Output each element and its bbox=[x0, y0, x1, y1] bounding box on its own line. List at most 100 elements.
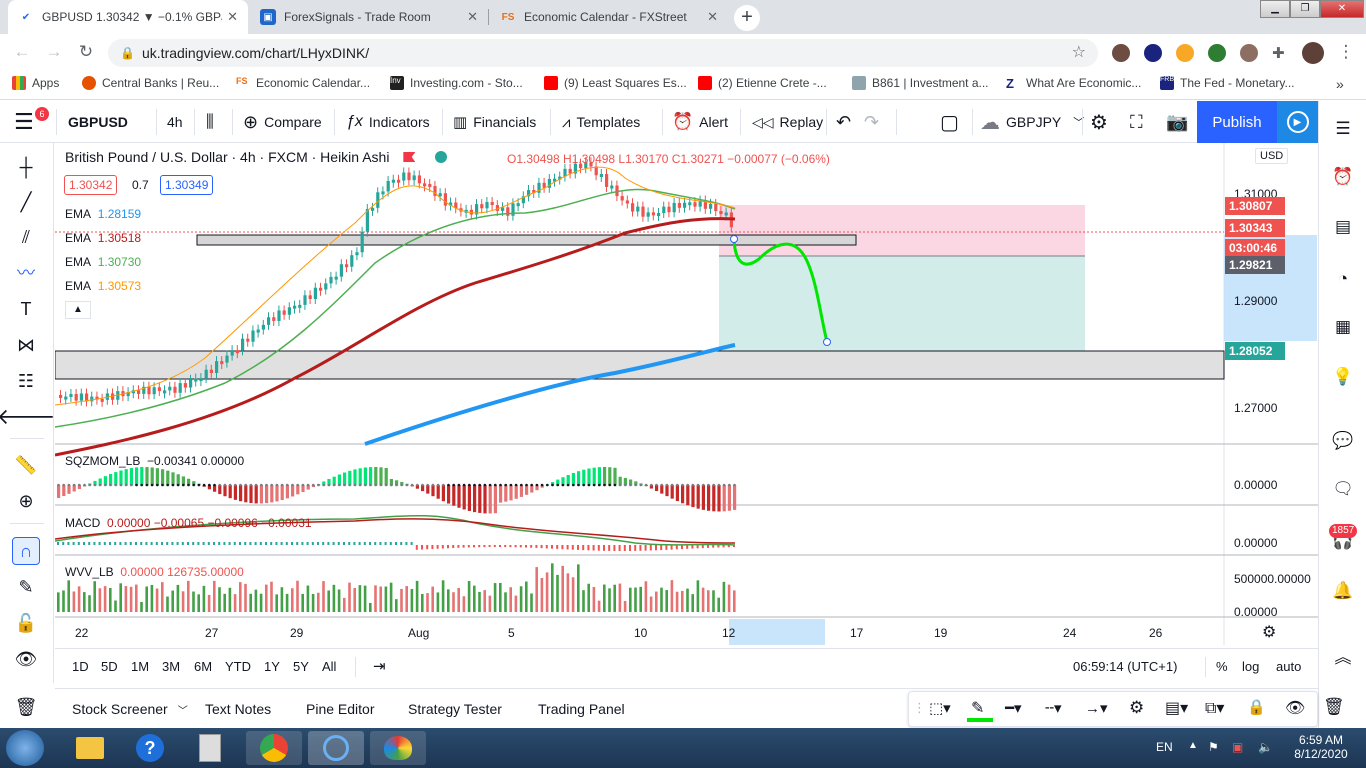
range-1m[interactable]: 1M bbox=[131, 659, 149, 674]
extension-cookie-icon[interactable] bbox=[1240, 44, 1258, 62]
hamburger-menu-icon[interactable]: ☰ bbox=[14, 101, 34, 143]
utc-clock[interactable]: 06:59:14 (UTC+1) bbox=[1073, 659, 1177, 674]
ruler-icon[interactable]: 📏 bbox=[12, 451, 40, 479]
bookmark-apps[interactable]: Apps bbox=[12, 76, 59, 90]
calendar-icon[interactable]: ▦ bbox=[1329, 313, 1357, 341]
chart-style-candles-icon[interactable]: ⫼ bbox=[206, 101, 214, 143]
symbol-search[interactable]: GBPUSD bbox=[68, 101, 128, 143]
line-end-icon[interactable]: →▾ bbox=[1085, 699, 1108, 717]
camera-icon[interactable]: 📷 bbox=[1166, 101, 1188, 143]
clone-icon[interactable]: ⧉▾ bbox=[1205, 698, 1224, 718]
replay-button[interactable]: ◁◁ Replay bbox=[752, 101, 823, 143]
tab-forexsignals[interactable]: ▣ ForexSignals - Trade Room ✕ bbox=[250, 0, 488, 34]
auto-scale-toggle[interactable]: auto bbox=[1276, 659, 1301, 674]
lock-icon[interactable]: 🔓 bbox=[12, 609, 40, 637]
collapse-chevron-icon[interactable]: ︽ bbox=[1329, 641, 1357, 669]
language-indicator[interactable]: EN bbox=[1156, 740, 1173, 754]
prediction-icon[interactable]: ☷ bbox=[12, 367, 40, 395]
magnet-icon[interactable]: ∩ bbox=[12, 537, 40, 565]
bookmark-least-squares[interactable]: (9) Least Squares Es... bbox=[544, 76, 687, 90]
watchlist-icon[interactable]: ☰ bbox=[1329, 115, 1357, 143]
ema-legend-3[interactable]: EMA 1.30730 bbox=[65, 255, 141, 269]
taskbar-clock[interactable]: 6:59 AM 8/12/2020 bbox=[1293, 733, 1349, 761]
projection-end-handle[interactable] bbox=[823, 338, 831, 346]
support-zone-box[interactable] bbox=[55, 350, 1225, 380]
macd-legend[interactable]: MACD 0.00000 −0.00065 −0.00096 −0.00031 bbox=[65, 516, 312, 530]
alerts-clock-icon[interactable]: ⏰ bbox=[1329, 163, 1357, 191]
minimize-button[interactable]: ▁ bbox=[1260, 0, 1290, 18]
eye-icon[interactable]: 👁 bbox=[12, 645, 40, 673]
undo-icon[interactable]: ↶ bbox=[836, 101, 851, 143]
paint-icon[interactable] bbox=[370, 731, 426, 765]
tab-text-notes[interactable]: Text Notes bbox=[205, 689, 271, 729]
ema-legend-1[interactable]: EMA 1.28159 bbox=[65, 207, 141, 221]
calculator-icon[interactable] bbox=[182, 731, 238, 765]
bookmark-economic-calendar[interactable]: FS Economic Calendar... bbox=[236, 76, 370, 90]
reload-icon[interactable]: ↻ bbox=[76, 42, 96, 62]
hide-eye-icon[interactable]: 👁 bbox=[1285, 698, 1305, 718]
data-window-icon[interactable]: ▤ bbox=[1329, 213, 1357, 241]
help-icon[interactable]: ? bbox=[122, 731, 178, 765]
tab-stock-screener[interactable]: Stock Screener ﹀ bbox=[72, 689, 188, 729]
pitchfork-icon[interactable]: ⫽ bbox=[12, 223, 40, 251]
visibility-icon[interactable]: ▤▾ bbox=[1165, 698, 1188, 718]
take-profit-zone[interactable] bbox=[719, 256, 1085, 351]
extension-moon-icon[interactable] bbox=[1144, 44, 1162, 62]
flag-icon[interactable] bbox=[403, 152, 416, 162]
compare-button[interactable]: ⊕ Compare bbox=[243, 101, 322, 143]
currency-label[interactable]: USD bbox=[1255, 148, 1289, 164]
tab-economic-calendar[interactable]: FS Economic Calendar - FXStreet ✕ bbox=[490, 0, 728, 34]
tab-gbpusd[interactable]: ✔ GBPUSD 1.30342 ▼ −0.1% GBPJPY ✕ bbox=[8, 0, 248, 34]
tab-trading-panel[interactable]: Trading Panel bbox=[538, 689, 625, 729]
line-width-icon[interactable]: ━▾ bbox=[1005, 699, 1022, 717]
chat-icon[interactable]: 🗨 bbox=[1329, 475, 1357, 503]
profile-avatar[interactable] bbox=[1302, 42, 1324, 64]
chrome-icon[interactable] bbox=[246, 731, 302, 765]
extension-honey-icon[interactable] bbox=[1176, 44, 1194, 62]
range-all[interactable]: All bbox=[322, 659, 336, 674]
drag-handle-icon[interactable]: ⋮ bbox=[913, 700, 926, 716]
close-icon[interactable]: ✕ bbox=[227, 9, 238, 25]
range-1y[interactable]: 1Y bbox=[264, 659, 280, 674]
resistance-zone-box[interactable] bbox=[196, 234, 857, 246]
collapse-legend-icon[interactable]: ▲ bbox=[65, 301, 91, 319]
windows-start-button[interactable] bbox=[6, 730, 44, 766]
back-arrow-icon[interactable]: 🡐 bbox=[0, 403, 56, 431]
flag-tray-icon[interactable]: ⚑ bbox=[1208, 740, 1219, 754]
trash-icon[interactable]: 🗑 bbox=[12, 697, 40, 725]
range-6m[interactable]: 6M bbox=[194, 659, 212, 674]
delete-trash-icon[interactable]: 🗑 bbox=[1323, 697, 1345, 717]
crosshair-icon[interactable]: ┼ bbox=[12, 153, 40, 181]
app-icon[interactable] bbox=[308, 731, 364, 765]
play-button[interactable]: ▶ bbox=[1277, 101, 1318, 143]
tab-strategy-tester[interactable]: Strategy Tester bbox=[408, 689, 502, 729]
go-to-date-icon[interactable]: ⇥ bbox=[373, 657, 386, 675]
volume-icon[interactable]: 🔈 bbox=[1258, 740, 1273, 754]
trend-line-icon[interactable]: ╱ bbox=[12, 188, 40, 216]
line-style-icon[interactable]: ╌▾ bbox=[1045, 699, 1062, 717]
ema-legend-2[interactable]: EMA 1.30518 bbox=[65, 231, 141, 245]
bookmark-etienne-crete[interactable]: (2) Etienne Crete -... bbox=[698, 76, 827, 90]
notifications-bell-icon[interactable]: 🔔 bbox=[1329, 577, 1357, 605]
new-tab-button[interactable]: + bbox=[734, 5, 760, 31]
redo-icon[interactable]: ↷ bbox=[864, 101, 879, 143]
axis-settings-gear-icon[interactable]: ⚙ bbox=[1262, 622, 1276, 642]
ideas-lightbulb-icon[interactable]: 💡 bbox=[1329, 363, 1357, 391]
brush-icon[interactable]: 〰 bbox=[12, 258, 40, 286]
extension-power-icon[interactable] bbox=[1208, 44, 1226, 62]
bookmark-economic-indicators[interactable]: Z What Are Economic... bbox=[1006, 76, 1141, 91]
projection-start-handle[interactable] bbox=[730, 235, 738, 243]
window-close-button[interactable]: ✕ bbox=[1320, 0, 1364, 18]
hotlist-icon[interactable]: ◔ bbox=[1329, 265, 1357, 293]
range-5y[interactable]: 5Y bbox=[293, 659, 309, 674]
price-chart[interactable] bbox=[55, 143, 1318, 645]
percent-scale-toggle[interactable]: % bbox=[1216, 659, 1228, 674]
bookmark-investing[interactable]: Inv Investing.com - Sto... bbox=[390, 76, 523, 90]
range-ytd[interactable]: YTD bbox=[225, 659, 251, 674]
extension-k-icon[interactable] bbox=[1112, 44, 1130, 62]
close-icon[interactable]: ✕ bbox=[467, 9, 478, 25]
range-3m[interactable]: 3M bbox=[162, 659, 180, 674]
forward-icon[interactable]: → bbox=[44, 42, 64, 62]
url-input[interactable]: 🔒 uk.tradingview.com/chart/LHyxDINK/ ☆ bbox=[108, 39, 1098, 67]
publish-button[interactable]: Publish bbox=[1197, 101, 1277, 143]
